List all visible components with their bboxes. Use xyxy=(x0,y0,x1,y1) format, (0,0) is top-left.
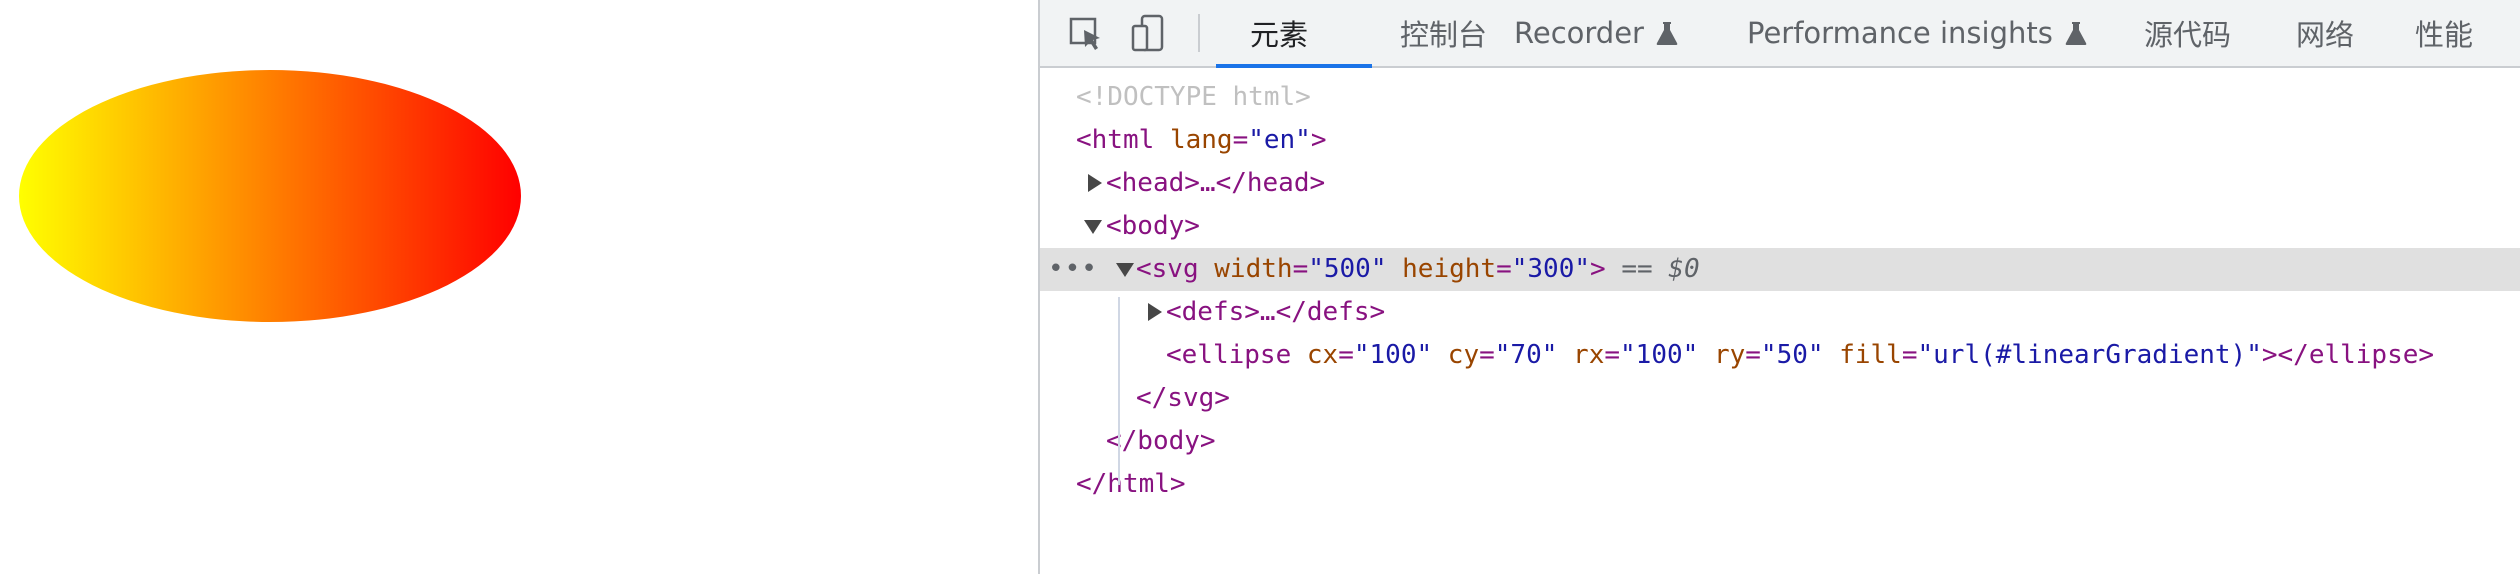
expand-arrow-icon[interactable] xyxy=(1088,174,1102,192)
tag-name: <ellipse xyxy=(1166,340,1292,370)
tab-network-label: 网络 xyxy=(2296,18,2355,52)
html-close-text: </html> xyxy=(1076,469,1186,499)
attr-name: width xyxy=(1214,254,1293,284)
attr-name: fill xyxy=(1839,340,1902,370)
dom-node-head[interactable]: <head>…</head> xyxy=(1040,162,2520,205)
body-tag-text: <body> xyxy=(1106,211,1200,241)
flask-icon xyxy=(1656,20,1678,46)
attr-value: "500" xyxy=(1308,254,1387,284)
attr-value: "50" xyxy=(1760,340,1824,370)
tab-sources[interactable]: 源代码 xyxy=(2144,0,2231,66)
tab-elements-label: 元素 xyxy=(1250,18,1309,52)
tab-performance-insights[interactable]: Performance insights xyxy=(1747,0,2087,66)
equals-sign: = xyxy=(1496,254,1512,284)
tag-close: ></ellipse> xyxy=(2261,340,2435,370)
selected-node-marker: == $0 xyxy=(1621,254,1700,284)
tag-close: > xyxy=(1590,254,1606,284)
gradient-ellipse xyxy=(19,70,521,322)
attr-name: cy xyxy=(1447,340,1480,370)
flask-icon xyxy=(2065,20,2087,46)
devtools-panel: 元素 控制台 Recorder Performance insights 源代码… xyxy=(1038,0,2520,574)
dom-node-doctype[interactable]: <!DOCTYPE html> xyxy=(1040,76,2520,119)
tab-console[interactable]: 控制台 xyxy=(1400,0,1487,66)
rendered-svg xyxy=(19,70,521,322)
attr-name: cx xyxy=(1306,340,1339,370)
tab-performance-insights-label: Performance insights xyxy=(1747,16,2053,50)
tab-recorder[interactable]: Recorder xyxy=(1514,0,1678,66)
doctype-text: <!DOCTYPE html> xyxy=(1076,82,1311,112)
tab-recorder-label: Recorder xyxy=(1514,16,1644,50)
attr-name: lang xyxy=(1169,125,1233,155)
equals-sign: = xyxy=(1745,340,1761,370)
attr-value: "url(#linearGradient)" xyxy=(1917,340,2262,370)
tab-sources-label: 源代码 xyxy=(2144,18,2232,52)
tab-performance[interactable]: 性能 xyxy=(2415,0,2473,66)
dom-node-svg-selected[interactable]: ••• <svg width="500" height="300"> == $0 xyxy=(1040,248,2520,291)
attr-name: height xyxy=(1402,254,1497,284)
equals-sign: = xyxy=(1338,340,1354,370)
dom-node-html-close[interactable]: </html> xyxy=(1040,463,2520,506)
attr-value: "100" xyxy=(1353,340,1433,370)
tab-network[interactable]: 网络 xyxy=(2296,0,2354,66)
dom-node-svg-close[interactable]: </svg> xyxy=(1040,377,2520,420)
select-element-icon[interactable] xyxy=(1066,14,1106,54)
collapse-arrow-icon[interactable] xyxy=(1084,220,1102,234)
tab-console-label: 控制台 xyxy=(1400,18,1488,52)
ellipse-tag-text: <ellipse cx="100" cy="70" rx="100" ry="5… xyxy=(1166,334,2434,377)
attr-value: "en" xyxy=(1248,125,1311,155)
body-close-text: </body> xyxy=(1106,426,1216,456)
tag-name: <svg xyxy=(1136,254,1199,284)
dom-node-defs[interactable]: <defs>…</defs> xyxy=(1040,291,2520,334)
indent-guide-line xyxy=(1118,297,1120,485)
html-tag-text: <html lang="en"> xyxy=(1076,119,1327,162)
toolbar-separator xyxy=(1198,14,1200,52)
page-viewport xyxy=(0,0,1038,574)
dom-node-html[interactable]: <html lang="en"> xyxy=(1040,119,2520,162)
device-toolbar-icon[interactable] xyxy=(1128,14,1168,54)
attr-name: ry xyxy=(1713,340,1746,370)
equals-sign: = xyxy=(1232,125,1249,155)
dom-node-ellipse[interactable]: <ellipse cx="100" cy="70" rx="100" ry="5… xyxy=(1040,334,2520,377)
attr-value: "100" xyxy=(1620,340,1699,370)
tag-name: <html xyxy=(1076,125,1155,155)
expand-arrow-icon[interactable] xyxy=(1148,303,1162,321)
collapse-arrow-icon[interactable] xyxy=(1116,263,1134,277)
head-tag-text: <head>…</head> xyxy=(1106,168,1326,198)
dom-node-body-close[interactable]: </body> xyxy=(1040,420,2520,463)
attr-value: "300" xyxy=(1511,254,1591,284)
svg-close-text: </svg> xyxy=(1136,383,1230,413)
defs-tag-text: <defs>…</defs> xyxy=(1166,297,1386,327)
equals-sign: = xyxy=(1901,340,1918,370)
tag-close: > xyxy=(1310,125,1327,155)
tab-performance-label: 性能 xyxy=(2415,18,2474,52)
svg-tag-text: <svg width="500" height="300"> == $0 xyxy=(1136,248,1700,291)
row-menu-icon[interactable]: ••• xyxy=(1048,248,1098,291)
equals-sign: = xyxy=(1604,340,1621,370)
equals-sign: = xyxy=(1292,254,1309,284)
dom-node-body[interactable]: <body> xyxy=(1040,205,2520,248)
equals-sign: = xyxy=(1479,340,1495,370)
active-tab-underline xyxy=(1216,64,1372,68)
tab-elements[interactable]: 元素 xyxy=(1250,0,1308,66)
devtools-toolbar: 元素 控制台 Recorder Performance insights 源代码… xyxy=(1040,0,2520,68)
attr-value: "70" xyxy=(1494,340,1558,370)
attr-name: rx xyxy=(1573,340,1605,370)
